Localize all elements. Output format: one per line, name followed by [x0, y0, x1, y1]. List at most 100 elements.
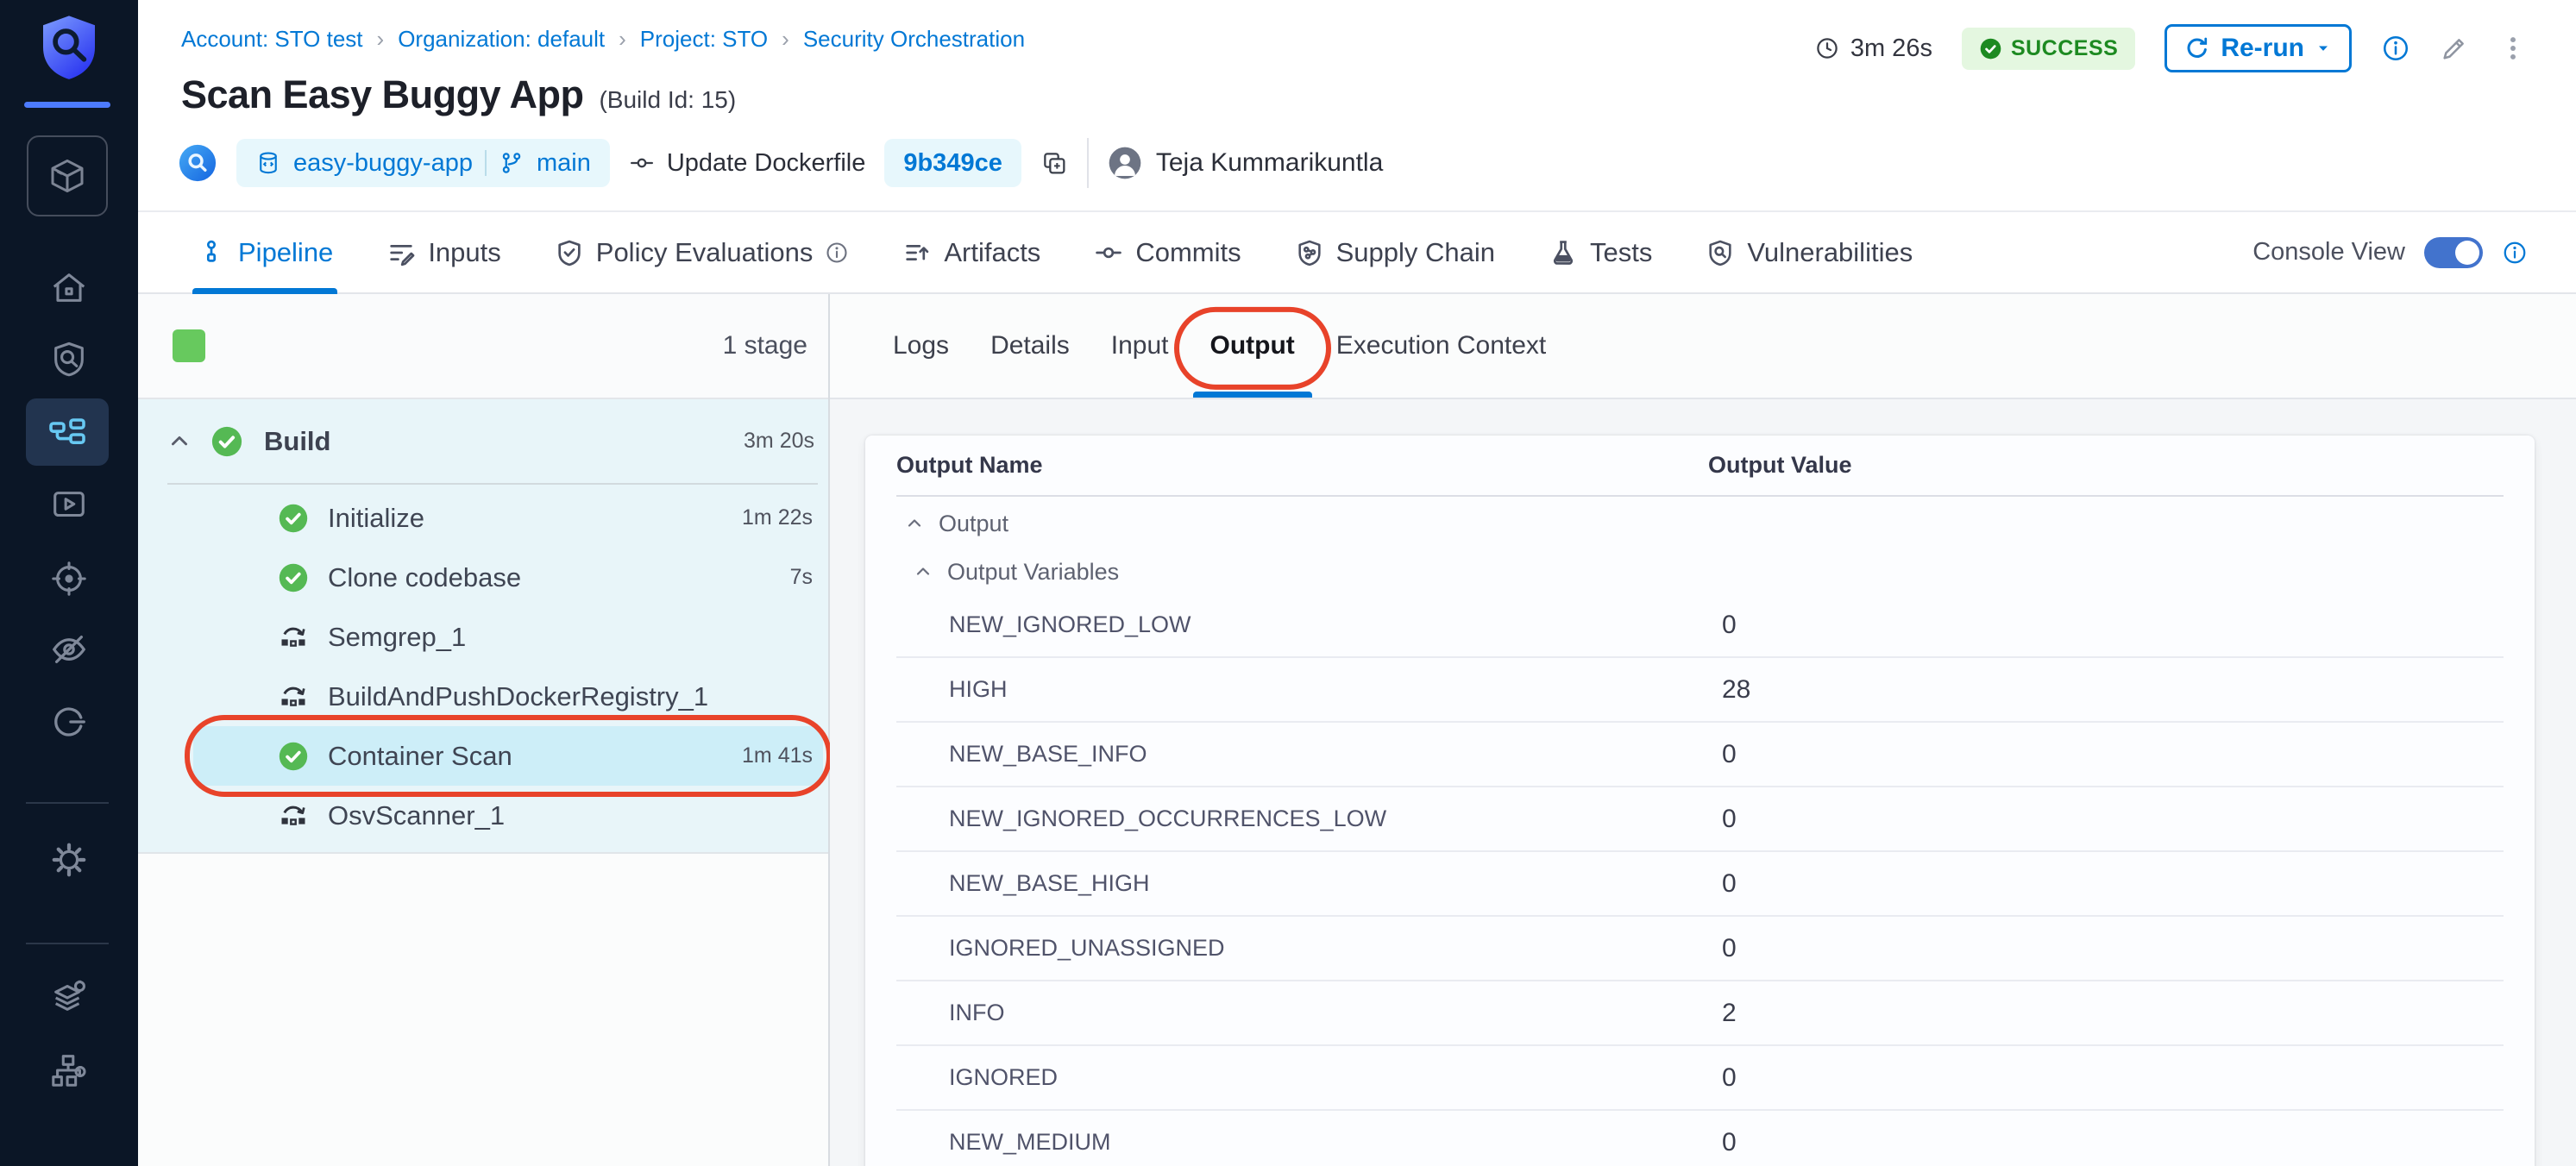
- commit-message[interactable]: Update Dockerfile: [667, 149, 866, 178]
- detail-tab[interactable]: Details: [990, 294, 1070, 398]
- console-view-label: Console View: [2252, 238, 2405, 266]
- tab-commits[interactable]: Commits: [1094, 212, 1241, 292]
- clock-icon: [1814, 35, 1840, 61]
- table-row: IGNORED 0: [896, 1046, 2504, 1111]
- output-tab-content: Output Name Output Value Output Output V…: [830, 399, 2576, 1166]
- branch-name: main: [537, 149, 591, 178]
- build-id-label: (Build Id: 15): [599, 86, 736, 114]
- output-name-cell: NEW_IGNORED_LOW: [896, 611, 1708, 638]
- copy-icon[interactable]: [1040, 149, 1068, 177]
- step-name: BuildAndPushDockerRegistry_1: [328, 681, 708, 712]
- output-value-cell: 0: [1708, 934, 1737, 963]
- table-row: NEW_BASE_HIGH 0: [896, 852, 2504, 917]
- pill-divider: [485, 150, 487, 176]
- looping-strategy-icon: [278, 622, 309, 653]
- settings-gear-icon[interactable]: [49, 840, 89, 880]
- step-row[interactable]: OsvScanner_1: [193, 786, 823, 845]
- breadcrumb: Account: STO testOrganization: defaultPr…: [181, 26, 1025, 53]
- output-group-toggle[interactable]: Output: [896, 497, 2504, 550]
- account-settings-org-icon[interactable]: [49, 1050, 89, 1090]
- stage-section: Build 3m 20s: [138, 399, 828, 854]
- stage-panel-header: 1 stage: [138, 294, 828, 399]
- tab-tests[interactable]: Tests: [1549, 212, 1652, 292]
- pipeline-icon: [197, 238, 226, 267]
- tab-policy-evaluations[interactable]: Policy Evaluations: [555, 212, 850, 292]
- tests-flask-icon: [1549, 238, 1578, 267]
- tab-supply-chain[interactable]: Supply Chain: [1295, 212, 1495, 292]
- column-output-value: Output Value: [1708, 452, 1852, 479]
- breadcrumb-item[interactable]: Account: STO test: [181, 26, 363, 53]
- step-duration: 1m 41s: [742, 743, 813, 768]
- branch-icon: [499, 150, 525, 176]
- column-output-name: Output Name: [896, 452, 1708, 479]
- repo-branch-pill[interactable]: easy-buggy-app main: [236, 139, 610, 187]
- info-icon[interactable]: [825, 241, 849, 265]
- chevron-up-icon: [913, 561, 933, 582]
- step-row[interactable]: Semgrep_1: [193, 607, 823, 667]
- step-name: OsvScanner_1: [328, 800, 505, 831]
- pipelines-nav-active[interactable]: [26, 398, 109, 466]
- repo-name: easy-buggy-app: [293, 149, 473, 178]
- breadcrumb-item[interactable]: Project: STO: [605, 26, 768, 53]
- tab-pipeline[interactable]: Pipeline: [197, 212, 333, 292]
- step-row[interactable]: BuildAndPushDockerRegistry_1: [193, 667, 823, 726]
- vulnerabilities-shield-icon: [1706, 238, 1735, 267]
- info-icon[interactable]: [2502, 240, 2528, 266]
- info-icon[interactable]: [2381, 34, 2410, 63]
- step-row[interactable]: Initialize 1m 22s: [193, 488, 823, 548]
- home-icon[interactable]: [49, 268, 89, 308]
- table-row: NEW_BASE_INFO 0: [896, 723, 2504, 787]
- tab-artifacts[interactable]: Artifacts: [902, 212, 1040, 292]
- success-icon: [278, 741, 309, 772]
- output-variables-toggle[interactable]: Output Variables: [896, 550, 2504, 593]
- detail-tab[interactable]: Logs: [893, 294, 949, 398]
- step-row[interactable]: Container Scan 1m 41s: [193, 726, 823, 786]
- kebab-menu-icon[interactable]: [2498, 34, 2528, 63]
- step-name: Semgrep_1: [328, 622, 466, 653]
- success-icon: [210, 425, 243, 458]
- tab-vulnerabilities[interactable]: Vulnerabilities: [1706, 212, 1913, 292]
- table-row: NEW_IGNORED_OCCURRENCES_LOW 0: [896, 787, 2504, 852]
- console-view-toggle[interactable]: [2424, 237, 2483, 268]
- edit-pencil-icon[interactable]: [2440, 34, 2469, 63]
- step-duration: 1m 22s: [742, 505, 813, 530]
- inputs-icon: [386, 238, 416, 267]
- sto-logo-icon[interactable]: [38, 14, 100, 86]
- stage-status-chip[interactable]: [173, 329, 205, 362]
- stage-panel: 1 stage Build 3m 20s: [138, 294, 830, 1166]
- rerun-button[interactable]: Re-run: [2164, 24, 2352, 72]
- getting-started-icon[interactable]: [49, 702, 89, 742]
- output-name-cell: IGNORED_UNASSIGNED: [896, 935, 1708, 962]
- tab-inputs[interactable]: Inputs: [386, 212, 500, 292]
- page-title: Scan Easy Buggy App: [181, 72, 583, 117]
- breadcrumb-item[interactable]: Organization: default: [363, 26, 606, 53]
- executions-icon[interactable]: [49, 486, 89, 525]
- output-name-cell: INFO: [896, 1000, 1708, 1026]
- chevron-up-icon[interactable]: [167, 429, 192, 454]
- looping-strategy-icon: [278, 800, 309, 831]
- step-details-panel: Logs Details Input Output Execution Cont…: [830, 294, 2576, 1166]
- scans-shield-icon[interactable]: [49, 339, 89, 379]
- output-value-cell: 2: [1708, 999, 1737, 1028]
- default-settings-layers-icon[interactable]: [49, 977, 89, 1017]
- artifacts-icon: [902, 238, 932, 267]
- stage-duration: 3m 20s: [744, 429, 814, 454]
- stage-row-build[interactable]: Build 3m 20s: [138, 399, 828, 483]
- targets-icon[interactable]: [49, 559, 89, 599]
- table-row: NEW_MEDIUM 0: [896, 1111, 2504, 1166]
- check-circle-icon: [1979, 37, 2002, 60]
- chevron-down-icon: [2315, 40, 2332, 57]
- exemptions-eye-off-icon[interactable]: [49, 630, 89, 669]
- detail-tab[interactable]: Input: [1111, 294, 1169, 398]
- step-row[interactable]: Clone codebase 7s: [193, 548, 823, 607]
- success-icon: [278, 562, 309, 593]
- output-value-cell: 0: [1708, 805, 1737, 834]
- breadcrumb-item[interactable]: Security Orchestration: [768, 26, 1025, 53]
- sidebar-divider: [26, 802, 109, 804]
- module-switcher-button[interactable]: [27, 135, 108, 216]
- step-list: Initialize 1m 22s: [138, 485, 828, 845]
- commit-sha-pill[interactable]: 9b349ce: [884, 139, 1021, 187]
- detail-tab[interactable]: Output: [1210, 294, 1295, 398]
- detail-tab[interactable]: Execution Context: [1336, 294, 1546, 398]
- header-divider: [1087, 138, 1089, 188]
